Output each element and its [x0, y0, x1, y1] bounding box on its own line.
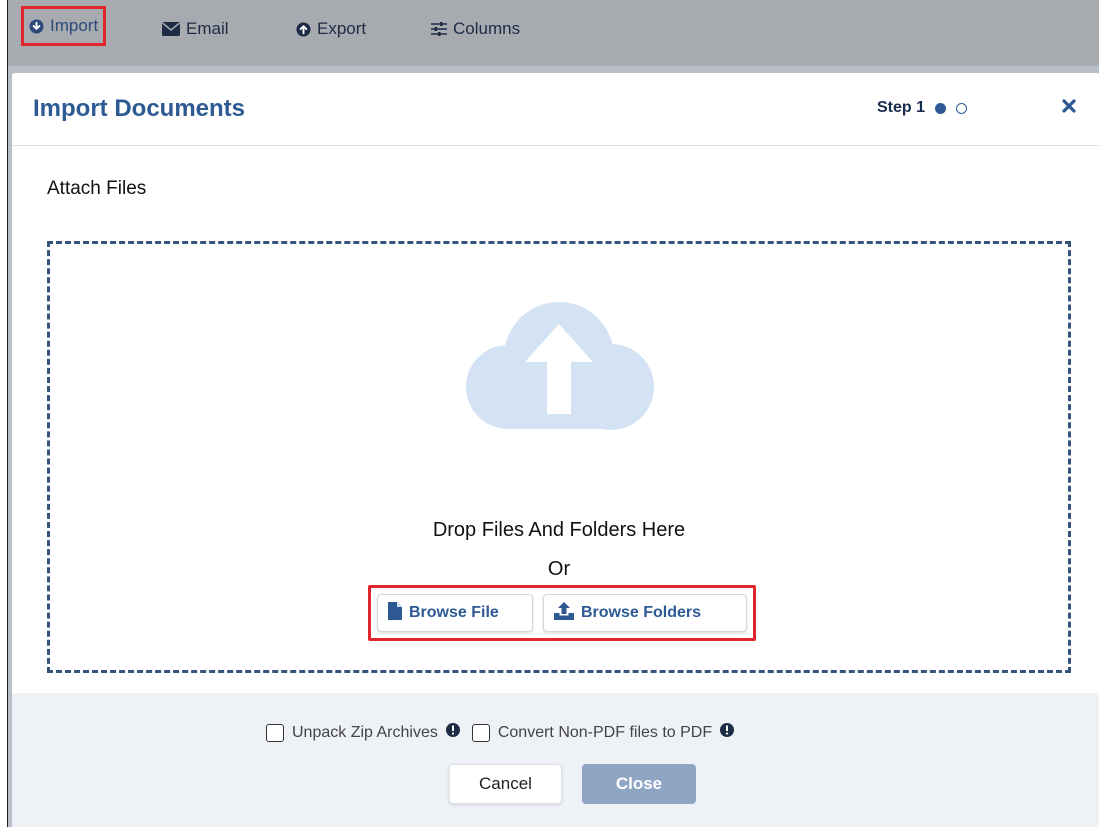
browse-folders-button[interactable]: Browse Folders — [543, 594, 747, 632]
step-1-dot — [935, 102, 947, 114]
app-frame: Import Email Export Columns Import Docum… — [7, 0, 1099, 827]
dialog-footer: Unpack Zip Archives Convert Non-PDF file… — [12, 693, 1099, 827]
dialog-header: Import Documents Step 1 — [12, 73, 1099, 146]
cloud-upload-icon — [463, 302, 655, 437]
convert-pdf-label: Convert Non-PDF files to PDF — [497, 723, 713, 741]
info-icon[interactable] — [720, 723, 735, 742]
cancel-button[interactable]: Cancel — [449, 764, 562, 804]
browse-file-label: Browse File — [409, 604, 499, 621]
export-button[interactable]: Export — [296, 0, 366, 58]
email-button[interactable]: Email — [162, 0, 229, 58]
browse-buttons-group: Browse File Browse Folders — [368, 585, 756, 641]
file-dropzone[interactable]: Drop Files And Folders Here Or Browse Fi… — [47, 241, 1071, 673]
upload-tray-icon — [554, 601, 574, 625]
browse-file-button[interactable]: Browse File — [377, 594, 533, 632]
browse-folders-label: Browse Folders — [581, 604, 702, 621]
close-button[interactable]: Close — [582, 764, 696, 804]
step-indicator: Step 1 — [877, 99, 968, 117]
import-circle-icon — [29, 18, 44, 34]
or-separator: Or — [547, 558, 571, 580]
columns-label: Columns — [453, 19, 521, 38]
import-label: Import — [50, 16, 99, 35]
import-options: Unpack Zip Archives Convert Non-PDF file… — [266, 723, 746, 742]
envelope-icon — [162, 22, 180, 36]
convert-pdf-option: Convert Non-PDF files to PDF — [471, 723, 735, 742]
convert-pdf-checkbox[interactable] — [471, 723, 490, 742]
info-icon[interactable] — [445, 723, 460, 742]
sliders-icon — [431, 22, 447, 36]
export-circle-icon — [296, 21, 311, 37]
unpack-zip-option: Unpack Zip Archives — [266, 723, 460, 742]
drop-instructions: Drop Files And Folders Here — [432, 519, 686, 541]
step-2-dot — [956, 102, 968, 114]
toolbar: Import Email Export Columns — [8, 0, 1099, 66]
export-label: Export — [317, 19, 367, 38]
email-label: Email — [186, 19, 229, 38]
dialog-title: Import Documents — [33, 95, 246, 122]
file-icon — [388, 601, 402, 625]
step-label: Step 1 — [877, 99, 926, 116]
import-button[interactable]: Import — [21, 6, 107, 46]
unpack-zip-label: Unpack Zip Archives — [292, 723, 438, 741]
attach-files-heading: Attach Files — [47, 178, 147, 199]
import-documents-dialog: Import Documents Step 1 Attach Files Dro… — [12, 73, 1099, 827]
unpack-zip-checkbox[interactable] — [266, 723, 284, 742]
close-icon[interactable] — [1061, 98, 1079, 116]
columns-button[interactable]: Columns — [431, 0, 520, 58]
